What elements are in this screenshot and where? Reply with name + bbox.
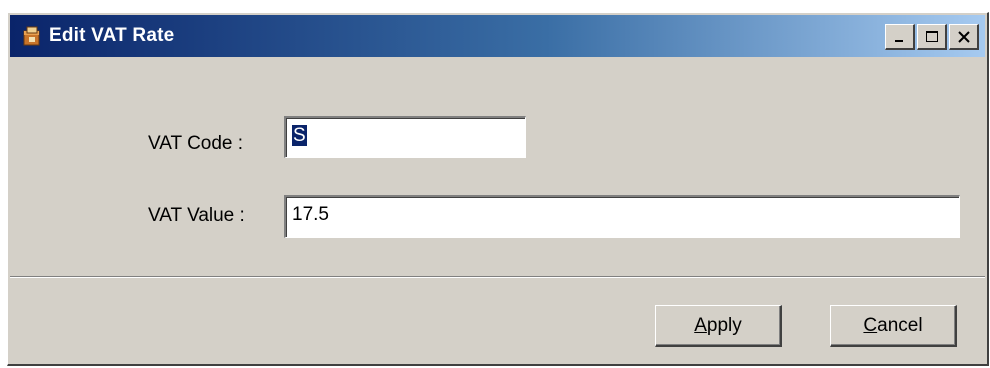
close-icon — [957, 30, 971, 44]
cancel-button[interactable]: Cancel — [830, 305, 957, 347]
cancel-label: ancel — [877, 314, 923, 336]
apply-label: pply — [706, 314, 742, 336]
apply-button[interactable]: Apply — [655, 305, 782, 347]
window-controls — [883, 24, 979, 50]
minimize-icon — [893, 30, 907, 44]
app-icon — [22, 25, 42, 47]
close-button[interactable] — [949, 24, 979, 50]
vat-value-input[interactable]: 17.5 — [284, 195, 960, 238]
apply-mnemonic: A — [694, 314, 707, 336]
vat-code-input[interactable]: S — [284, 116, 526, 158]
separator — [10, 276, 985, 278]
maximize-icon — [925, 30, 939, 44]
window-title: Edit VAT Rate — [49, 25, 175, 46]
vat-value-label: VAT Value : — [148, 205, 245, 226]
edit-vat-rate-dialog: Edit VAT Rate VAT Code : S VAT Value : 1… — [7, 12, 989, 366]
minimize-button[interactable] — [885, 24, 915, 50]
maximize-button[interactable] — [917, 24, 947, 50]
title-bar[interactable]: Edit VAT Rate — [10, 15, 985, 57]
cancel-mnemonic: C — [863, 314, 878, 336]
vat-code-label: VAT Code : — [148, 133, 244, 154]
vat-code-value: S — [292, 125, 307, 146]
vat-value-value: 17.5 — [292, 204, 329, 225]
